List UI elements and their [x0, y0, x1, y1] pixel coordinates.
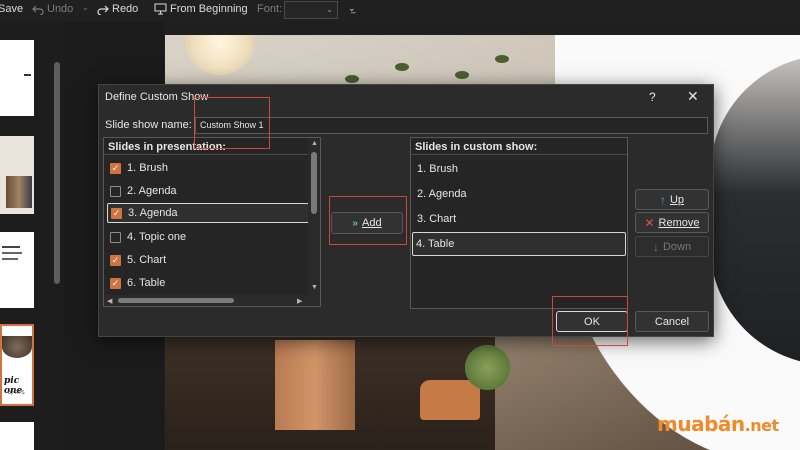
chevron-down-icon: ⌄: [326, 5, 333, 14]
custom-show-item[interactable]: 1. Brush: [414, 159, 624, 179]
chevron-down-icon: ⌄: [82, 3, 89, 12]
custom-show-item[interactable]: 3. Chart: [414, 209, 624, 229]
leaf-decoration: [495, 55, 509, 63]
slide-thumbnail-5[interactable]: [0, 422, 34, 450]
save-button[interactable]: Save: [0, 3, 23, 15]
leaf-decoration: [395, 63, 409, 71]
leaf-decoration: [345, 75, 359, 83]
quick-access-toolbar: Save Undo ⌄ Redo From Beginning Font: ⌄ …: [0, 0, 800, 22]
presentation-icon: [154, 3, 167, 15]
thumb-photo: [2, 336, 32, 358]
slide-thumbnail-2[interactable]: [0, 136, 34, 214]
presentation-item[interactable]: 4. Topic one: [107, 227, 307, 247]
checkbox-checked-icon[interactable]: ✓: [110, 254, 121, 266]
scroll-down-arrow-icon[interactable]: ▼: [311, 284, 318, 291]
thumb-photo: [6, 176, 32, 208]
dialog-title: Define Custom Show: [105, 91, 209, 103]
arrow-down-icon: ↓: [652, 239, 659, 254]
thumb-text-line: [2, 252, 22, 254]
undo-button[interactable]: Undo: [32, 3, 73, 15]
header-divider: [411, 154, 627, 155]
undo-icon: [32, 5, 44, 15]
redo-icon: [97, 5, 109, 15]
checkbox-checked-icon[interactable]: ✓: [111, 207, 122, 219]
from-beginning-button[interactable]: From Beginning: [154, 3, 248, 15]
scrollbar-thumb[interactable]: [311, 152, 317, 214]
thumb-text-line: [2, 258, 18, 260]
undo-dropdown[interactable]: ⌄: [82, 3, 89, 12]
scroll-right-arrow-icon[interactable]: ▶: [297, 297, 302, 305]
slide-thumbnail-4-selected[interactable]: pic one by RTS: [0, 324, 34, 406]
scroll-left-arrow-icon[interactable]: ◀: [107, 297, 112, 305]
checkbox-checked-icon[interactable]: ✓: [110, 162, 121, 174]
font-select[interactable]: ⌄: [284, 1, 338, 19]
plant-image: [465, 345, 510, 390]
slides-in-presentation-list[interactable]: Slides in presentation: ✓ 1. Brush 2. Ag…: [103, 137, 321, 307]
cancel-button[interactable]: Cancel: [635, 311, 709, 332]
presentation-horizontal-scrollbar[interactable]: ◀ ▶: [104, 295, 320, 306]
font-label: Font:: [257, 3, 283, 15]
header-divider: [104, 154, 320, 155]
presentation-item[interactable]: ✓ 1. Brush: [107, 158, 307, 178]
scroll-up-arrow-icon[interactable]: ▲: [311, 140, 318, 147]
thumb-text-line: [2, 246, 20, 248]
down-button[interactable]: ↓ Down: [635, 236, 709, 257]
slide-thumbnail-3[interactable]: [0, 232, 34, 308]
close-button[interactable]: ✕: [687, 88, 699, 105]
thumb-small-text: by RTS: [8, 390, 25, 396]
define-custom-show-dialog: Define Custom Show ? ✕ Slide show name: …: [98, 84, 714, 346]
checkbox-unchecked-icon[interactable]: [110, 231, 121, 243]
redo-button[interactable]: Redo: [97, 3, 138, 15]
presentation-item[interactable]: ✓ 5. Chart: [107, 250, 307, 270]
scrollbar-thumb[interactable]: [118, 298, 234, 303]
up-button[interactable]: ↑ Up: [635, 189, 709, 210]
checkbox-unchecked-icon[interactable]: [110, 185, 121, 197]
checkbox-checked-icon[interactable]: ✓: [110, 277, 121, 289]
thumb-text-line: [24, 74, 31, 76]
presentation-item[interactable]: ✓ 6. Table: [107, 273, 307, 293]
thumbnail-scrollbar[interactable]: [54, 62, 60, 284]
custom-show-item-selected[interactable]: 4. Table: [412, 232, 626, 256]
site-watermark-logo: muabán.net: [657, 412, 779, 436]
clothes-image: [275, 340, 355, 430]
slides-in-custom-show-list[interactable]: Slides in custom show: 1. Brush 2. Agend…: [410, 137, 628, 309]
highlight-add-button: [329, 196, 407, 245]
arrow-up-icon: ↑: [659, 192, 666, 207]
pendant-lamp-image: [185, 35, 255, 75]
highlight-name-field: [194, 97, 270, 149]
leaf-decoration: [455, 71, 469, 79]
customize-toolbar-button[interactable]: ⌄̲: [348, 3, 356, 14]
remove-x-icon: ✕: [644, 215, 655, 230]
slide-show-name-label: Slide show name:: [105, 119, 192, 131]
presentation-vertical-scrollbar[interactable]: ▲ ▼: [308, 138, 320, 296]
presentation-item-selected[interactable]: ✓ 3. Agenda: [107, 203, 309, 223]
help-button[interactable]: ?: [649, 90, 656, 104]
slide-show-name-input[interactable]: Custom Show 1: [195, 117, 708, 134]
presentation-item[interactable]: 2. Agenda: [107, 181, 307, 201]
custom-list-header: Slides in custom show:: [415, 141, 538, 153]
overflow-chevron-icon: ⌄̲: [348, 3, 356, 13]
slide-thumbnail-pane: pic one by RTS: [0, 22, 64, 450]
custom-show-item[interactable]: 2. Agenda: [414, 184, 624, 204]
highlight-ok-button: [552, 296, 628, 346]
remove-button[interactable]: ✕ Remove: [635, 212, 709, 233]
slide-thumbnail-1[interactable]: [0, 40, 34, 116]
